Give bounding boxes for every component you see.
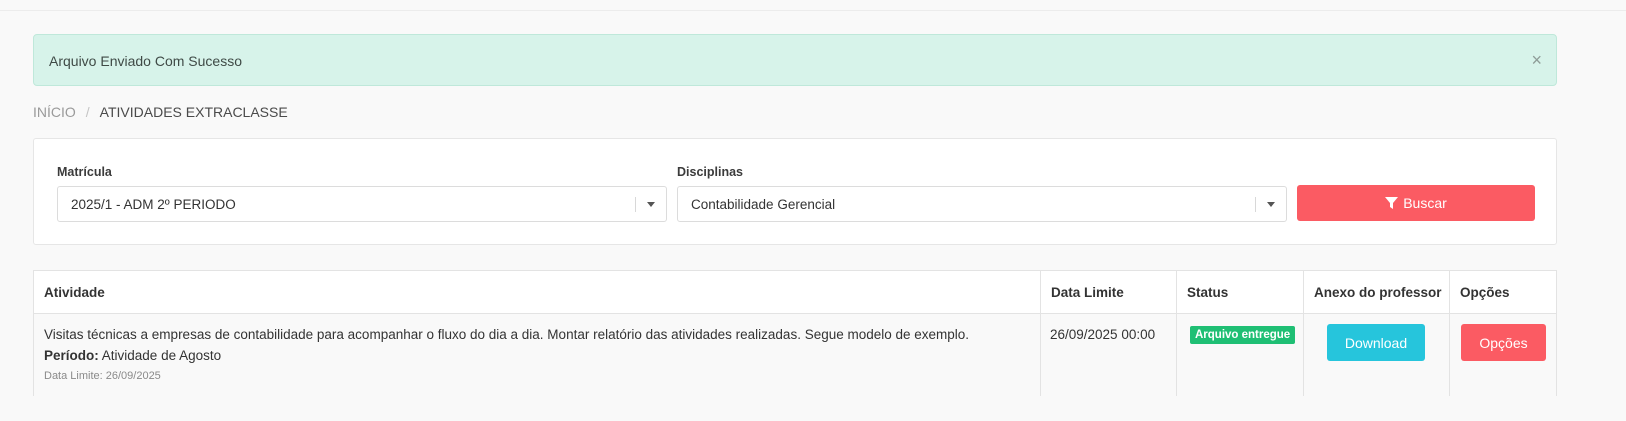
options-button[interactable]: Opções [1461, 324, 1546, 361]
activity-period: Período: Atividade de Agosto [44, 348, 221, 363]
column-header-anexo: Anexo do professor [1314, 285, 1442, 300]
download-button[interactable]: Download [1327, 324, 1425, 361]
activity-deadline-small: Data Limite: 26/09/2025 [44, 370, 161, 382]
column-header-data-limite: Data Limite [1051, 285, 1124, 300]
deadline-cell: 26/09/2025 00:00 [1050, 327, 1156, 342]
chevron-down-icon[interactable] [647, 202, 655, 207]
close-icon[interactable]: × [1531, 51, 1542, 69]
column-header-status: Status [1187, 285, 1229, 300]
matricula-select-value: 2025/1 - ADM 2º PERIODO [71, 197, 236, 212]
select-divider [1255, 197, 1256, 212]
search-button[interactable]: Buscar [1297, 185, 1535, 221]
search-button-label: Buscar [1403, 195, 1447, 211]
column-header-opcoes: Opções [1460, 285, 1510, 300]
breadcrumb-separator: / [85, 104, 90, 120]
filter-icon [1385, 196, 1399, 209]
breadcrumb-home-link[interactable]: INÍCIO [33, 104, 76, 120]
period-value: Atividade de Agosto [101, 348, 222, 363]
select-divider [635, 197, 636, 212]
activity-description: Visitas técnicas a empresas de contabili… [44, 327, 970, 342]
disciplinas-select-value: Contabilidade Gerencial [691, 197, 836, 212]
disciplinas-select[interactable]: Contabilidade Gerencial [677, 186, 1287, 222]
filter-panel: Matrícula 2025/1 - ADM 2º PERIODO Discip… [33, 138, 1557, 245]
period-label: Período: [44, 348, 99, 363]
success-alert: Arquivo Enviado Com Sucesso × [33, 34, 1557, 86]
breadcrumb-current: ATIVIDADES EXTRACLASSE [99, 104, 288, 120]
status-badge: Arquivo entregue [1190, 326, 1296, 344]
breadcrumb: INÍCIO / ATIVIDADES EXTRACLASSE [33, 104, 288, 120]
activities-table: Atividade Data Limite Status Anexo do pr… [33, 270, 1557, 396]
alert-message: Arquivo Enviado Com Sucesso [49, 53, 242, 69]
matricula-select[interactable]: 2025/1 - ADM 2º PERIODO [57, 186, 667, 222]
chevron-down-icon[interactable] [1267, 202, 1275, 207]
disciplinas-label: Disciplinas [677, 165, 743, 179]
matricula-label: Matrícula [57, 165, 112, 179]
column-header-atividade: Atividade [44, 285, 105, 300]
top-bar [0, 0, 1626, 11]
